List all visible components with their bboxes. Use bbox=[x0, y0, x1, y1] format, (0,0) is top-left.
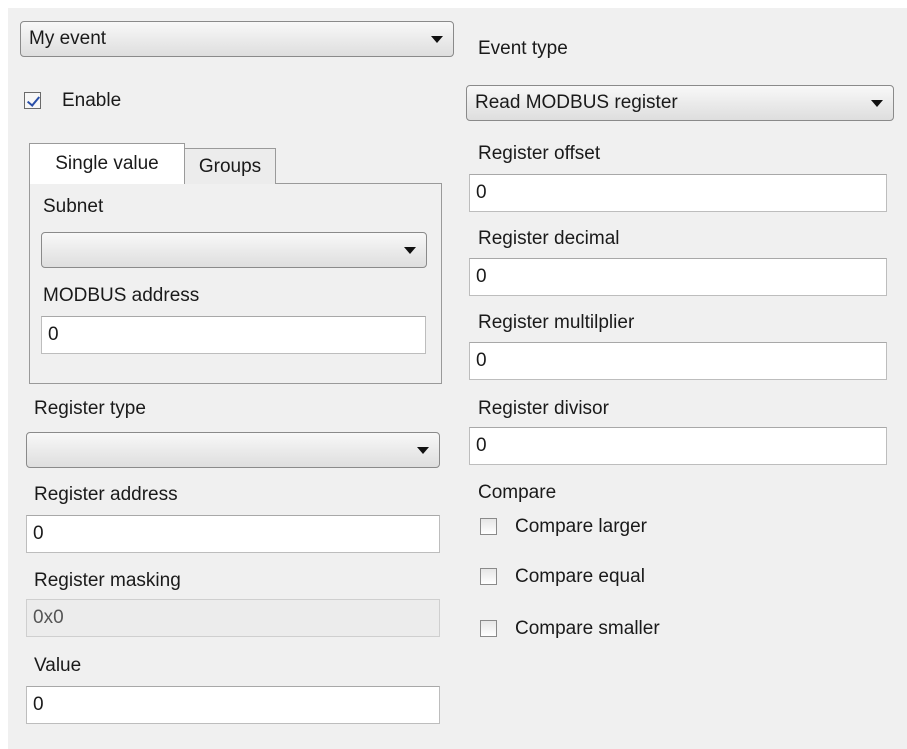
register-multiplier-input[interactable]: 0 bbox=[469, 342, 887, 380]
subnet-label: Subnet bbox=[43, 196, 104, 217]
event-select[interactable]: My event bbox=[20, 21, 454, 57]
tab-single-value[interactable]: Single value bbox=[29, 143, 185, 184]
register-divisor-label: Register divisor bbox=[478, 398, 609, 419]
chevron-down-icon bbox=[417, 447, 429, 454]
tab-groups-label: Groups bbox=[198, 156, 262, 177]
modbus-address-label: MODBUS address bbox=[43, 285, 200, 306]
register-multiplier-label: Register multilplier bbox=[478, 312, 635, 333]
chevron-down-icon bbox=[871, 100, 883, 107]
value-input[interactable]: 0 bbox=[26, 686, 440, 724]
register-type-select[interactable] bbox=[26, 432, 440, 468]
compare-equal-checkbox[interactable] bbox=[480, 568, 497, 585]
event-type-label: Event type bbox=[478, 38, 568, 59]
register-offset-label: Register offset bbox=[478, 143, 601, 164]
register-divisor-input[interactable]: 0 bbox=[469, 427, 887, 465]
enable-checkbox[interactable] bbox=[24, 92, 41, 109]
event-type-value: Read MODBUS register bbox=[475, 92, 678, 113]
register-type-label: Register type bbox=[34, 398, 146, 419]
compare-larger-label: Compare larger bbox=[515, 516, 647, 537]
subnet-select[interactable] bbox=[41, 232, 427, 268]
register-address-input[interactable]: 0 bbox=[26, 515, 440, 553]
enable-label: Enable bbox=[62, 90, 122, 111]
register-masking-input: 0x0 bbox=[26, 599, 440, 637]
compare-larger-checkbox[interactable] bbox=[480, 518, 497, 535]
compare-label: Compare bbox=[478, 482, 557, 503]
compare-smaller-label: Compare smaller bbox=[515, 618, 660, 639]
register-decimal-label: Register decimal bbox=[478, 228, 620, 249]
register-decimal-input[interactable]: 0 bbox=[469, 258, 887, 296]
tab-single-value-label: Single value bbox=[55, 153, 159, 174]
checkmark-icon bbox=[26, 93, 41, 107]
compare-smaller-checkbox[interactable] bbox=[480, 620, 497, 637]
chevron-down-icon bbox=[404, 247, 416, 254]
register-address-label: Register address bbox=[34, 484, 178, 505]
event-select-value: My event bbox=[29, 28, 107, 49]
register-offset-input[interactable]: 0 bbox=[469, 174, 887, 212]
tab-groups[interactable]: Groups bbox=[184, 148, 276, 184]
value-label: Value bbox=[34, 655, 82, 676]
chevron-down-icon bbox=[431, 36, 443, 43]
event-type-select[interactable]: Read MODBUS register bbox=[466, 85, 894, 121]
modbus-address-input[interactable]: 0 bbox=[41, 316, 426, 354]
compare-equal-label: Compare equal bbox=[515, 566, 645, 587]
register-masking-label: Register masking bbox=[34, 570, 181, 591]
